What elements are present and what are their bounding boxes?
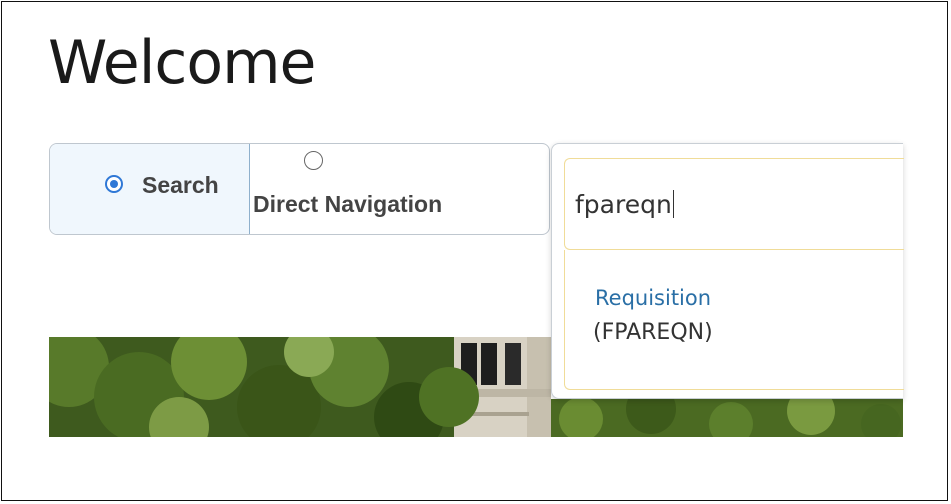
search-option[interactable]: Search [50,144,250,234]
search-radio[interactable] [105,175,123,193]
campus-banner-image-right [551,399,903,437]
mode-toggle: Search Direct Navigation [49,143,550,235]
campus-banner-image [49,337,551,437]
search-input-value: fpareqn [575,190,672,219]
direct-navigation-label[interactable]: Direct Navigation [253,191,442,218]
page-title: Welcome [48,28,316,98]
search-dropdown: fpareqn Requisition (FPAREQN) [551,143,904,399]
result-code[interactable]: (FPAREQN) [593,320,713,345]
text-caret [672,190,674,218]
result-title[interactable]: Requisition [595,286,711,310]
search-input[interactable]: fpareqn [564,158,904,250]
direct-navigation-radio[interactable] [304,151,323,170]
search-option-label: Search [142,172,219,198]
campus-banner-art [49,337,551,437]
search-results: Requisition (FPAREQN) [564,250,904,390]
campus-banner-art-right [551,399,903,437]
